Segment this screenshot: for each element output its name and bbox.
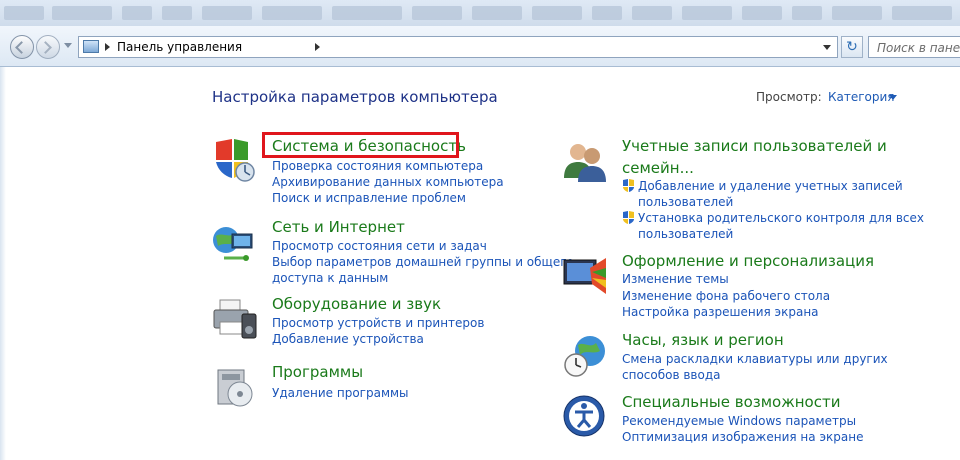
back-button[interactable] [10,35,34,59]
link-parental-controls[interactable]: Установка родительского контроля для все… [638,210,924,226]
programs-icon[interactable] [212,364,258,410]
category-programs[interactable]: Программы [272,363,363,381]
link-screen-resolution[interactable]: Настройка разрешения экрана [622,304,819,320]
uac-shield-icon [623,211,634,224]
link-check-computer-status[interactable]: Проверка состояния компьютера [272,158,483,174]
appearance-icon[interactable] [562,254,608,300]
category-clock-language-region[interactable]: Часы, язык и регион [622,331,784,349]
top-strip [0,0,960,27]
control-panel-icon [83,40,99,53]
category-user-accounts-cont[interactable]: семейн... [622,159,694,177]
category-hardware-sound[interactable]: Оборудование и звук [272,295,441,313]
left-pane-edge [0,67,6,460]
link-network-status[interactable]: Просмотр состояния сети и задач [272,238,487,254]
address-bar-row: Панель управления ↻ [0,26,960,67]
category-appearance[interactable]: Оформление и персонализация [622,252,874,270]
category-network-internet[interactable]: Сеть и Интернет [272,218,405,236]
address-dropdown-icon[interactable] [823,45,831,50]
highlight-box [262,132,459,158]
uac-shield-icon [623,179,634,192]
breadcrumb-chevron-icon[interactable] [105,43,110,51]
link-homegroup-sharing-cont[interactable]: доступа к данным [272,270,388,286]
category-user-accounts[interactable]: Учетные записи пользователей и [622,137,887,155]
link-change-background[interactable]: Изменение фона рабочего стола [622,288,830,304]
link-recommended-settings[interactable]: Рекомендуемые Windows параметры [622,413,856,429]
clock-language-region-icon[interactable] [562,333,608,379]
category-ease-of-access[interactable]: Специальные возможности [622,393,840,411]
breadcrumb-control-panel[interactable]: Панель управления [117,40,242,54]
link-troubleshoot[interactable]: Поиск и исправление проблем [272,190,466,206]
link-add-remove-accounts-cont[interactable]: пользователей [638,194,733,210]
search-input[interactable] [875,38,960,58]
link-add-device[interactable]: Добавление устройства [272,331,424,347]
link-optimize-display[interactable]: Оптимизация изображения на экране [622,429,863,445]
link-backup-computer[interactable]: Архивирование данных компьютера [272,174,504,190]
link-add-remove-accounts[interactable]: Добавление и удаление учетных записей [638,178,903,194]
chevron-down-icon[interactable] [889,95,897,100]
link-parental-controls-cont[interactable]: пользователей [638,226,733,242]
link-change-keyboard-cont[interactable]: способов ввода [622,367,721,383]
user-accounts-icon[interactable] [562,138,608,184]
network-internet-icon[interactable] [210,222,256,268]
page-title: Настройка параметров компьютера [212,88,498,106]
link-view-devices-printers[interactable]: Просмотр устройств и принтеров [272,315,484,331]
link-homegroup-sharing[interactable]: Выбор параметров домашней группы и общег… [272,254,574,270]
forward-button[interactable] [36,35,60,59]
refresh-button[interactable]: ↻ [841,36,863,58]
search-box[interactable] [868,36,960,58]
ease-of-access-icon[interactable] [562,394,608,440]
link-change-keyboard[interactable]: Смена раскладки клавиатуры или других [622,351,888,367]
hardware-sound-icon[interactable] [212,296,258,342]
address-field[interactable]: Панель управления [78,36,838,58]
view-by-label: Просмотр: [756,90,822,104]
system-security-icon[interactable] [212,138,258,184]
link-change-theme[interactable]: Изменение темы [622,271,729,287]
breadcrumb-chevron-icon[interactable] [315,43,320,51]
view-by-dropdown[interactable]: Категория [828,90,895,104]
link-uninstall-program[interactable]: Удаление программы [272,385,409,401]
recent-pages-dropdown[interactable] [64,43,72,48]
